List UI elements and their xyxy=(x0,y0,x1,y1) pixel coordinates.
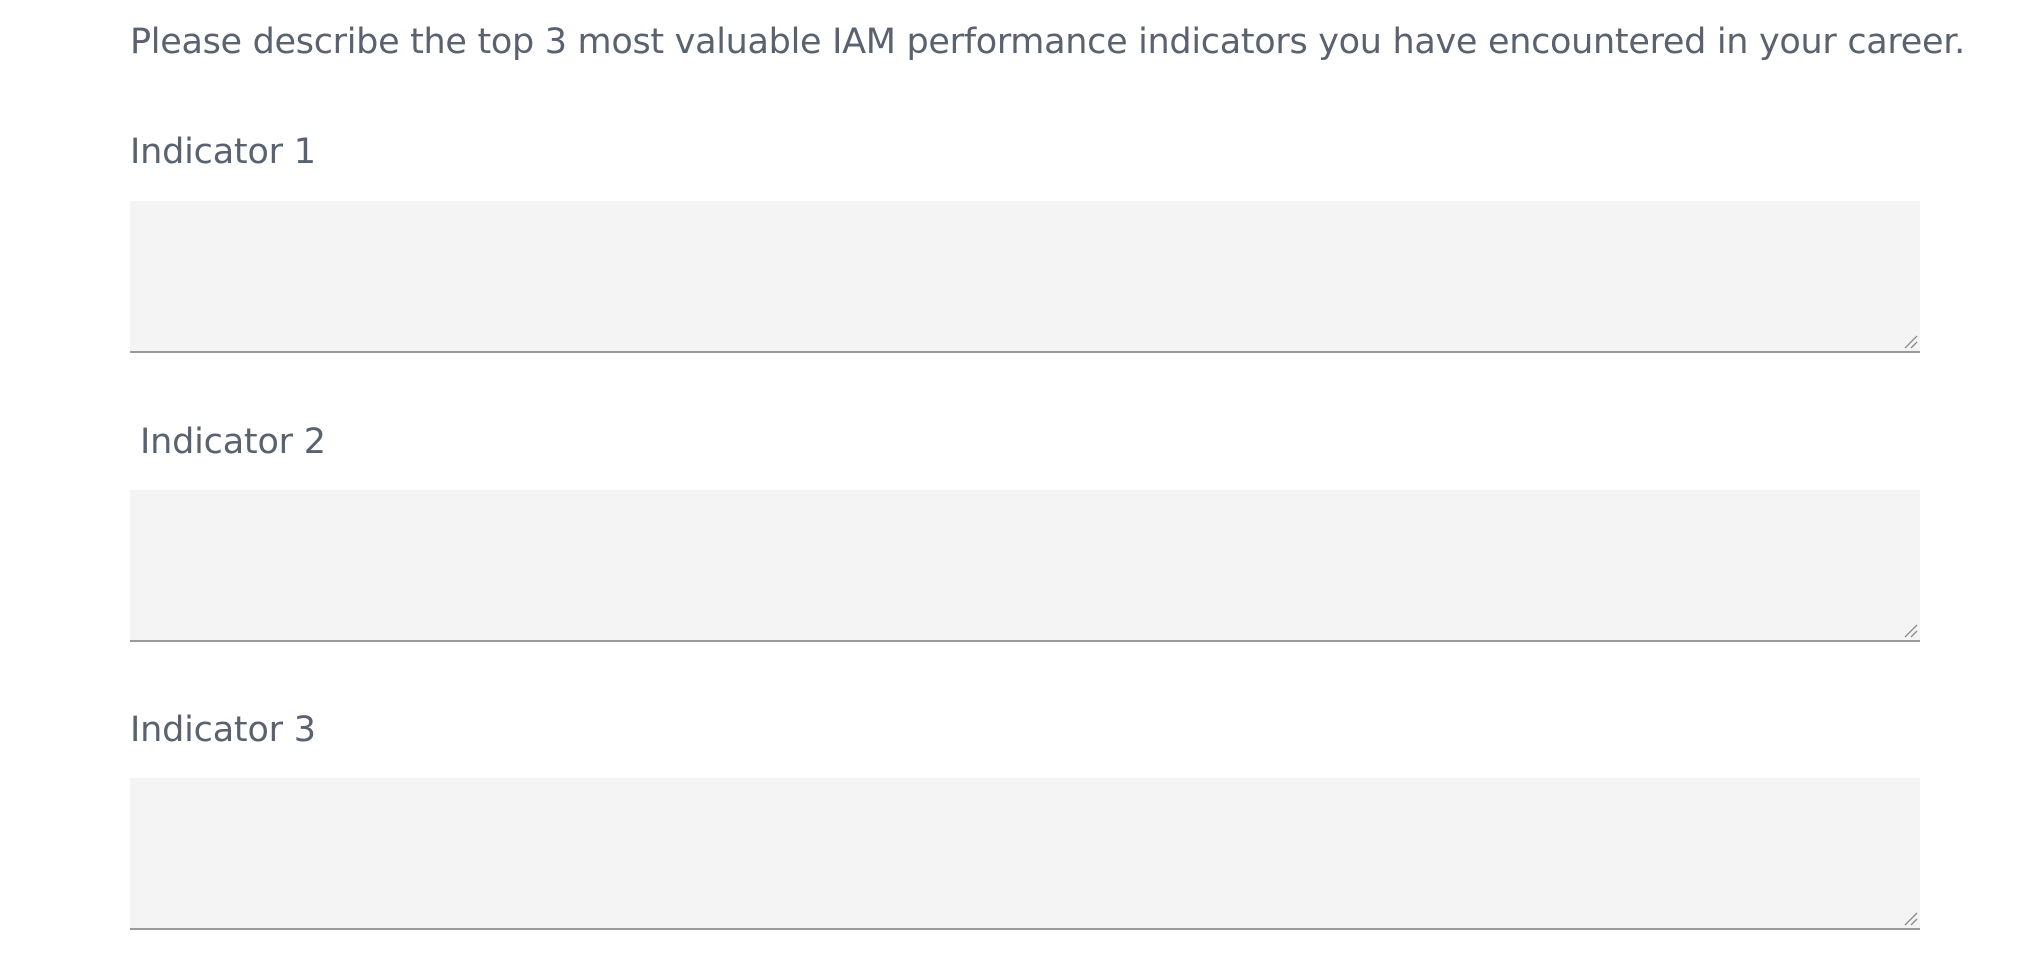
indicator-2-label: Indicator 2 xyxy=(140,422,326,462)
indicator-1-label: Indicator 1 xyxy=(130,132,316,172)
indicator-3-textarea[interactable] xyxy=(130,778,1920,928)
indicator-1-textarea[interactable] xyxy=(130,201,1920,351)
indicator-3-label: Indicator 3 xyxy=(130,710,316,750)
indicator-3-field-container xyxy=(130,778,1920,930)
resize-grip-icon[interactable] xyxy=(1902,622,1918,638)
resize-grip-icon[interactable] xyxy=(1902,910,1918,926)
indicator-1-field-container xyxy=(130,201,1920,353)
indicator-2-textarea[interactable] xyxy=(130,490,1920,640)
resize-grip-icon[interactable] xyxy=(1902,333,1918,349)
question-text: Please describe the top 3 most valuable … xyxy=(130,22,1965,62)
indicator-2-field-container xyxy=(130,490,1920,642)
